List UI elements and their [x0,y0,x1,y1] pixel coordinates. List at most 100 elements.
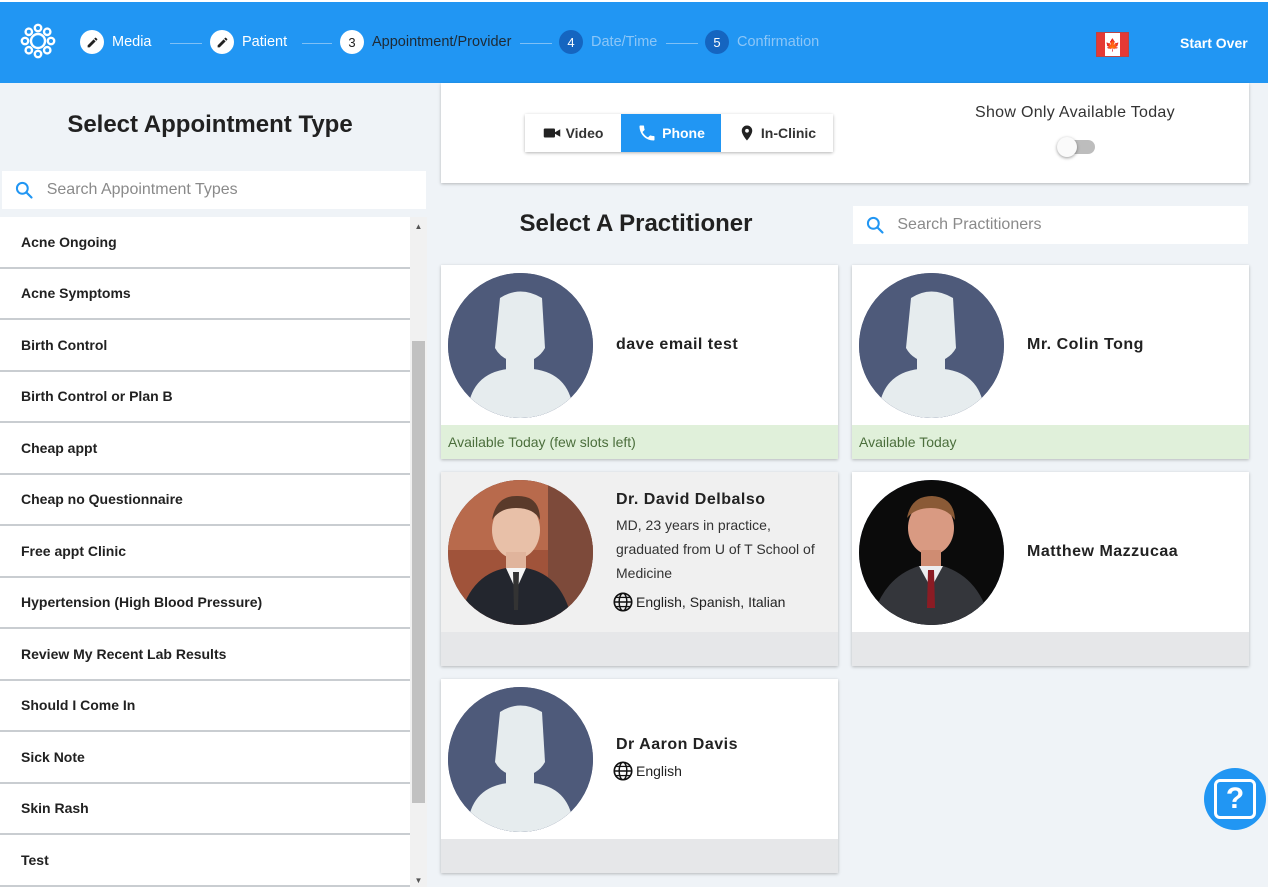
practitioner-name: Dr Aaron Davis [616,736,738,753]
step-appointment-provider[interactable]: 3 Appointment/Provider [340,29,511,55]
help-button[interactable]: ? [1204,768,1266,830]
practitioner-name: Dr. David Delbalso [616,491,766,508]
in-clinic-mode-button[interactable]: In-Clinic [721,114,833,152]
practitioner-card[interactable]: Dr. David Delbalso MD, 23 years in pract… [441,472,838,666]
list-item[interactable]: Birth Control or Plan B [0,371,410,423]
search-icon [853,215,897,235]
appointment-type-panel: Select Appointment Type Acne Ongoing Acn… [0,83,427,887]
globe-icon [613,761,633,781]
top-bar: Media Patient 3 Appointment/Provider 4 D… [0,0,1268,83]
portrait-photo [859,480,1004,625]
availability-status: Available Today [852,425,1249,459]
phone-icon [639,125,655,141]
canada-flag-icon[interactable]: 🍁 [1096,32,1129,57]
phone-mode-button[interactable]: Phone [621,114,721,152]
practitioner-search-box [853,206,1248,244]
practitioner-info: dave email test [616,265,831,425]
step-label: Media [112,34,152,50]
step-number: 3 [340,30,364,54]
practitioner-search-input[interactable] [897,216,1248,234]
scrollbar-thumb[interactable] [412,341,425,803]
step-number: 5 [705,30,729,54]
default-avatar-icon [448,273,593,418]
pencil-icon [210,30,234,54]
practitioner-bio: MD, 23 years in practice, graduated from… [616,517,815,581]
step-connector [520,43,552,44]
pencil-icon [80,30,104,54]
list-item[interactable]: Test [0,835,410,887]
logo-icon[interactable] [20,23,56,59]
practitioner-languages: English [613,760,831,782]
toggle-knob [1057,137,1077,157]
list-item[interactable]: Cheap no Questionnaire [0,474,410,526]
globe-icon [613,592,633,612]
list-item[interactable]: Should I Come In [0,680,410,732]
step-connector [302,43,332,44]
scroll-up-icon[interactable]: ▲ [410,219,427,233]
list-item[interactable]: Sick Note [0,732,410,784]
availability-status [441,839,838,873]
video-mode-button[interactable]: Video [525,114,621,152]
practitioner-name: dave email test [616,336,739,353]
avatar [448,273,593,418]
step-patient[interactable]: Patient [210,29,287,55]
search-icon [2,180,47,200]
practitioner-info: Matthew Mazzucaa [1027,472,1242,632]
step-label: Confirmation [737,34,820,50]
list-item[interactable]: Acne Symptoms [0,268,410,320]
practitioner-title: Select A Practitioner [519,210,753,237]
list-item[interactable]: Review My Recent Lab Results [0,629,410,681]
default-avatar-icon [859,273,1004,418]
practitioner-info: Dr Aaron Davis English [613,679,831,839]
avatar [859,480,1004,625]
step-label: Date/Time [591,34,658,50]
step-number: 4 [559,30,583,54]
portrait-photo [448,480,593,625]
list-item[interactable]: Birth Control [0,320,410,372]
step-connector [170,43,202,44]
practitioner-card[interactable]: Mr. Colin Tong Available Today [852,265,1249,459]
filter-card: Video Phone In-Clinic Show Only Availabl… [441,83,1249,183]
availability-status [852,632,1249,666]
avatar [448,687,593,832]
mode-label: Video [565,125,604,141]
mode-label: In-Clinic [760,125,817,141]
step-label: Appointment/Provider [372,34,512,50]
practitioner-name: Mr. Colin Tong [1027,336,1144,353]
availability-status [441,632,838,666]
step-confirmation: 5 Confirmation [705,29,819,55]
availability-status: Available Today (few slots left) [441,425,838,459]
available-today-label: Show Only Available Today [975,104,1175,121]
practitioner-info: Dr. David Delbalso MD, 23 years in pract… [613,472,831,632]
appointment-type-list: Acne Ongoing Acne Symptoms Birth Control… [0,217,410,887]
visit-mode-toggle: Video Phone In-Clinic [525,114,833,152]
practitioner-card[interactable]: Matthew Mazzucaa [852,472,1249,666]
step-media[interactable]: Media [80,29,152,55]
step-date-time: 4 Date/Time [559,29,657,55]
appointment-type-title: Select Appointment Type [67,111,353,138]
avatar [859,273,1004,418]
practitioner-card[interactable]: dave email test Available Today (few slo… [441,265,838,459]
scroll-down-icon[interactable]: ▼ [410,873,427,887]
practitioner-card[interactable]: Dr Aaron Davis English [441,679,838,873]
help-icon: ? [1214,779,1256,819]
available-today-toggle[interactable] [1057,137,1095,157]
mode-label: Phone [662,125,705,141]
languages-text: English, Spanish, Italian [636,594,786,610]
practitioner-info: Mr. Colin Tong [1027,265,1242,425]
start-over-button[interactable]: Start Over [1180,35,1248,51]
step-connector [666,43,698,44]
appointment-search-input[interactable] [46,181,426,199]
list-item[interactable]: Free appt Clinic [0,526,410,578]
list-item[interactable]: Skin Rash [0,783,410,835]
location-pin-icon [741,125,753,141]
avatar [448,480,593,625]
list-scrollbar[interactable]: ▲ ▼ [410,217,427,887]
appointment-search-box [2,171,426,209]
video-camera-icon [543,128,560,138]
list-item[interactable]: Hypertension (High Blood Pressure) [0,577,410,629]
practitioner-languages: English, Spanish, Italian [613,591,831,613]
list-item[interactable]: Acne Ongoing [0,217,410,269]
list-item[interactable]: Cheap appt [0,423,410,475]
practitioner-name: Matthew Mazzucaa [1027,543,1179,560]
